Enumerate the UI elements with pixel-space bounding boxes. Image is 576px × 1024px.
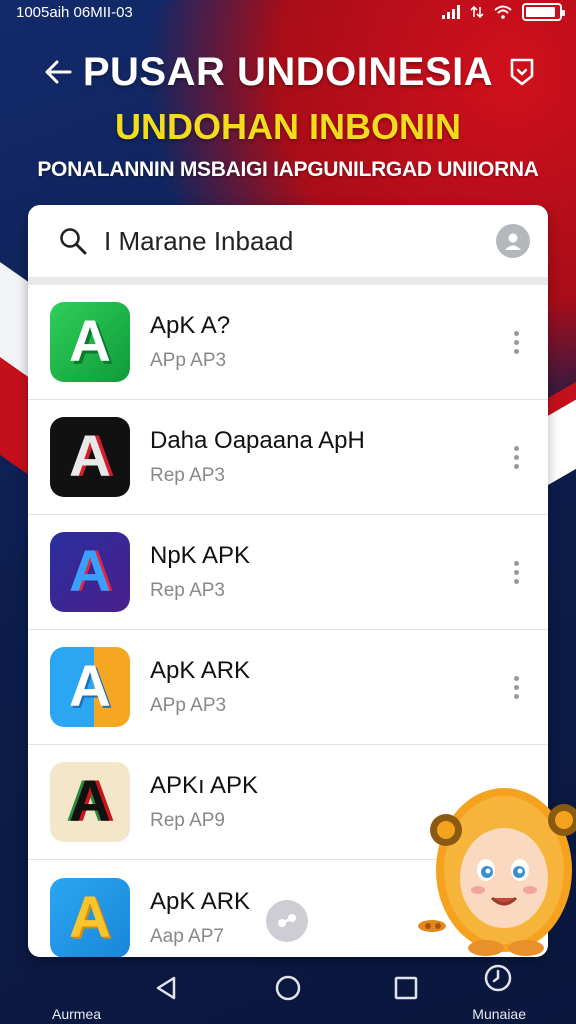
status-bar: 1005aih 06MII-03	[0, 0, 576, 24]
app-subtitle: APp AP3	[150, 350, 227, 371]
list-item[interactable]: A ApK A? APp AP3	[28, 285, 548, 400]
nav-right-button[interactable]	[478, 958, 518, 998]
app-logo-icon: A	[50, 532, 130, 612]
search-icon	[60, 228, 87, 255]
more-options-icon[interactable]	[504, 324, 528, 360]
more-options-icon[interactable]	[504, 554, 528, 590]
app-subtitle: Rep AP3	[150, 580, 225, 601]
nav-right-label: Munaiae	[472, 1006, 526, 1022]
list-item[interactable]: A ApK ARK APp AP3	[28, 630, 548, 745]
wifi-icon	[494, 5, 512, 19]
more-options-icon[interactable]	[504, 439, 528, 475]
nav-recents-button[interactable]	[386, 968, 426, 1008]
app-logo-icon: A	[50, 417, 130, 497]
app-subtitle: Rep AP3	[150, 465, 225, 486]
header: PUSAR UNDOINESIA UNDOHAN INBONIN PONALAN…	[0, 40, 576, 200]
shield-button[interactable]	[502, 52, 542, 92]
page-title: PUSAR UNDOINESIA	[82, 50, 494, 94]
app-logo-icon: A	[50, 877, 130, 957]
list-item[interactable]: A Daha Oapaana ApH Rep AP3	[28, 400, 548, 515]
mascot-character-icon	[418, 788, 576, 956]
clock-icon	[484, 964, 512, 992]
floating-action-button[interactable]	[266, 900, 308, 942]
page-tagline: PONALANNIN MSBAIGI IAPGUNILRGAD UNIIORNA	[37, 158, 539, 181]
circle-home-icon	[275, 975, 301, 1001]
app-logo-icon: A	[50, 302, 130, 382]
status-time: 1005aih 06MII-03	[16, 3, 133, 21]
app-name: ApK A?	[150, 312, 231, 339]
app-logo-icon: A	[50, 762, 130, 842]
triangle-back-icon	[156, 976, 176, 1000]
signal-icon	[442, 5, 460, 19]
navigation-bar: Aurmea Munaiae	[0, 960, 576, 1024]
app-subtitle: APp AP3	[150, 695, 227, 716]
page-subtitle: UNDOHAN INBONIN	[115, 106, 461, 147]
more-options-icon[interactable]	[504, 669, 528, 705]
search-input[interactable]	[104, 225, 496, 257]
shield-icon	[510, 58, 534, 86]
nav-home-button[interactable]	[268, 968, 308, 1008]
link-icon	[278, 914, 296, 927]
nav-back-button[interactable]	[146, 968, 186, 1008]
nav-left-label: Aurmea	[52, 1006, 102, 1022]
app-name: NpK APK	[150, 542, 251, 569]
search-bar	[28, 205, 548, 285]
square-recents-icon	[394, 976, 418, 1000]
data-icon	[470, 5, 484, 19]
app-name: Daha Oapaana ApH	[150, 427, 365, 454]
list-item[interactable]: A NpK APK Rep AP3	[28, 515, 548, 630]
app-logo-icon: A	[50, 647, 130, 727]
profile-icon[interactable]	[496, 224, 530, 258]
battery-icon	[522, 3, 565, 21]
app-name: ApK ARK	[150, 657, 251, 684]
